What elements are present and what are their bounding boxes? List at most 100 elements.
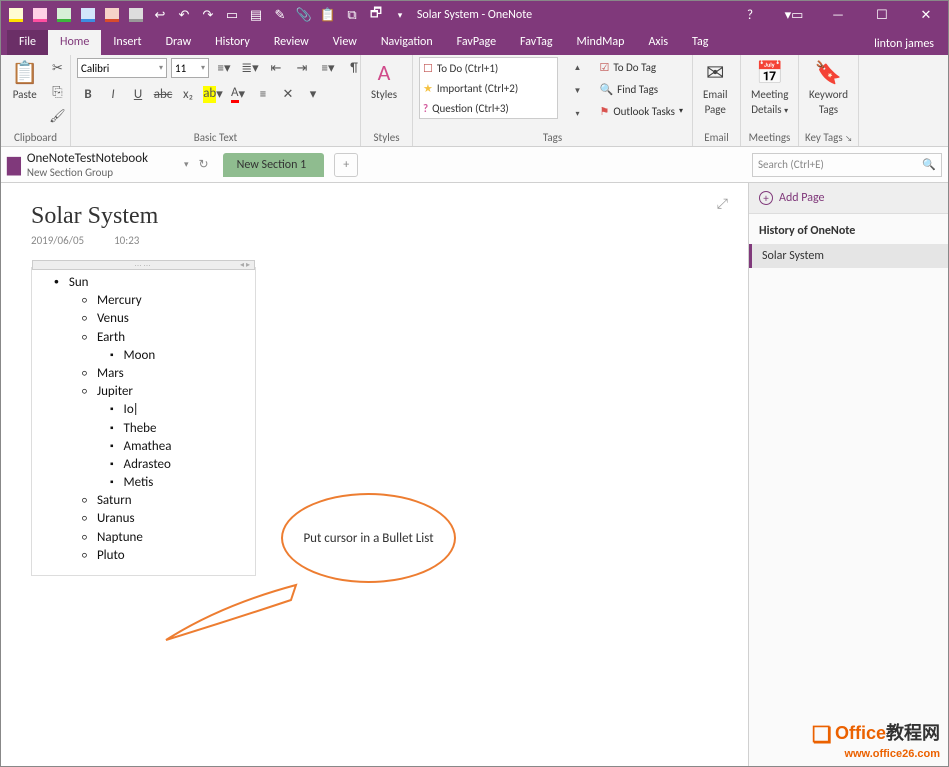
section-tab[interactable]: New Section 1 [223, 153, 325, 177]
tag-question[interactable]: ?Question (Ctrl+3) [420, 98, 557, 118]
notebook-info[interactable]: OneNoteTestNotebook New Section Group [27, 151, 148, 179]
tab-navigation[interactable]: Navigation [369, 30, 445, 55]
list-item[interactable]: Moon [110, 347, 247, 365]
add-page-button[interactable]: + Add Page [749, 183, 948, 214]
notebook-dropdown-icon[interactable]: ▾ [184, 159, 189, 170]
todo-tag-button[interactable]: ☑To Do Tag [596, 57, 686, 77]
strike-button[interactable]: abc [152, 83, 174, 105]
search-input[interactable]: Search (Ctrl+E) 🔍 [752, 153, 942, 177]
format-painter-icon[interactable]: 🖌 [46, 105, 68, 127]
tag-scroll-down-icon[interactable]: ▼ [566, 80, 588, 102]
tab-favtag[interactable]: FavTag [508, 30, 564, 55]
hilite-red-icon[interactable] [101, 4, 123, 26]
tab-axis[interactable]: Axis [636, 30, 680, 55]
print-icon[interactable]: ▤ [245, 4, 267, 26]
page-title[interactable]: Solar System [31, 203, 718, 230]
back-icon[interactable]: ↩ [149, 4, 171, 26]
subscript-button[interactable]: x₂ [177, 83, 199, 105]
tag-expand-icon[interactable]: ▾ [566, 103, 588, 125]
expand-icon[interactable]: ⤢ [717, 195, 728, 212]
list-item[interactable]: Earth Moon [82, 329, 247, 365]
tab-favpage[interactable]: FavPage [445, 30, 508, 55]
outlook-tasks-button[interactable]: ⚑Outlook Tasks▾ [596, 101, 686, 121]
tag-todo[interactable]: ☐To Do (Ctrl+1) [420, 58, 557, 78]
meeting-details-button[interactable]: 📅MeetingDetails ▾ [747, 57, 792, 118]
tab-view[interactable]: View [321, 30, 369, 55]
ribbon-options-icon[interactable]: ▾▭ [772, 1, 816, 29]
highlight-button[interactable]: ab▾ [202, 83, 224, 105]
hilite-yellow-icon[interactable] [5, 4, 27, 26]
tag-scroll-up-icon[interactable]: ▲ [566, 57, 588, 79]
hilite-gray-icon[interactable] [125, 4, 147, 26]
tab-history[interactable]: History [203, 30, 262, 55]
keyword-tags-button[interactable]: 🔖KeywordTags [805, 57, 852, 118]
list-item[interactable]: Metis [110, 474, 247, 492]
list-item[interactable]: Adrasteo [110, 456, 247, 474]
close-button[interactable]: ✕ [904, 1, 948, 29]
container-grip[interactable]: ⋯⋯ [32, 260, 255, 270]
paste-button[interactable]: 📋Paste [7, 57, 42, 103]
minimize-button[interactable]: — [816, 1, 860, 29]
notebook-pin-icon[interactable]: ↻ [199, 157, 209, 172]
styles-button[interactable]: AStyles [367, 57, 401, 103]
hilite-green-icon[interactable] [53, 4, 75, 26]
tab-mindmap[interactable]: MindMap [565, 30, 637, 55]
email-page-button[interactable]: ✉EmailPage [699, 57, 731, 118]
format-more-icon[interactable]: ▾ [302, 83, 324, 105]
outdent-icon[interactable]: ⇤ [265, 57, 287, 79]
align-icon[interactable]: ≡▾ [317, 57, 339, 79]
list-item[interactable]: Sun Mercury Venus Earth Moon Mars Jupite… [54, 274, 247, 565]
find-tags-button[interactable]: 🔍Find Tags [596, 79, 686, 99]
notebook-icon[interactable]: ▇ [7, 154, 21, 176]
page-list-header[interactable]: History of OneNote [749, 214, 948, 244]
add-section-button[interactable]: + [334, 153, 358, 177]
list-item[interactable]: Thebe [110, 420, 247, 438]
multi-window-icon[interactable]: 🗗 [365, 4, 387, 26]
qat-more-icon[interactable]: ▾ [389, 4, 411, 26]
clipboard-icon[interactable]: 📋 [317, 4, 339, 26]
list-item-cursor[interactable]: Io [110, 401, 247, 419]
hilite-pink-icon[interactable] [29, 4, 51, 26]
numbering-icon[interactable]: ≣▾ [239, 57, 261, 79]
screenshot-icon[interactable]: ⧉ [341, 4, 363, 26]
list-item[interactable]: Uranus [82, 510, 247, 528]
italic-button[interactable]: I [102, 83, 124, 105]
clear-format-button[interactable]: ✕ [277, 83, 299, 105]
maximize-button[interactable]: ☐ [860, 1, 904, 29]
tab-review[interactable]: Review [262, 30, 321, 55]
list-item[interactable]: Saturn [82, 492, 247, 510]
tab-insert[interactable]: Insert [101, 30, 153, 55]
tab-tag[interactable]: Tag [680, 30, 720, 55]
font-name-select[interactable]: Calibri▾ [77, 58, 167, 78]
bold-button[interactable]: B [77, 83, 99, 105]
cut-icon[interactable]: ✂ [46, 57, 68, 79]
list-item[interactable]: Jupiter Io Thebe Amathea Adrasteo Metis [82, 383, 247, 492]
redo-icon[interactable]: ↷ [197, 4, 219, 26]
align-left-icon[interactable]: ≡ [252, 83, 274, 105]
underline-button[interactable]: U [127, 83, 149, 105]
tab-draw[interactable]: Draw [154, 30, 204, 55]
indent-icon[interactable]: ⇥ [291, 57, 313, 79]
page-item-selected[interactable]: Solar System [749, 244, 948, 268]
font-size-select[interactable]: 11▾ [171, 58, 209, 78]
list-item[interactable]: Naptune [82, 529, 247, 547]
list-item[interactable]: Mercury [82, 292, 247, 310]
help-icon[interactable]: ? [728, 1, 772, 29]
dock-icon[interactable]: ▭ [221, 4, 243, 26]
font-color-button[interactable]: A▾ [227, 83, 249, 105]
note-container[interactable]: ⋯⋯ Sun Mercury Venus Earth Moon Mars Jup… [31, 267, 256, 576]
list-item[interactable]: Mars [82, 365, 247, 383]
page-canvas[interactable]: ⤢ Solar System 2019/06/05 10:23 ⋯⋯ Sun M… [1, 183, 748, 766]
bullets-icon[interactable]: ≡▾ [213, 57, 235, 79]
tab-file[interactable]: File [7, 30, 48, 55]
tag-important[interactable]: ★Important (Ctrl+2) [420, 78, 557, 98]
list-item[interactable]: Venus [82, 310, 247, 328]
tab-home[interactable]: Home [48, 30, 101, 55]
paint-icon[interactable]: ✎ [269, 4, 291, 26]
hilite-blue-icon[interactable] [77, 4, 99, 26]
list-item[interactable]: Amathea [110, 438, 247, 456]
undo-icon[interactable]: ↶ [173, 4, 195, 26]
copy-icon[interactable]: ⎘ [46, 81, 68, 103]
user-name[interactable]: linton james [866, 33, 942, 55]
attach-icon[interactable]: 📎 [293, 4, 315, 26]
